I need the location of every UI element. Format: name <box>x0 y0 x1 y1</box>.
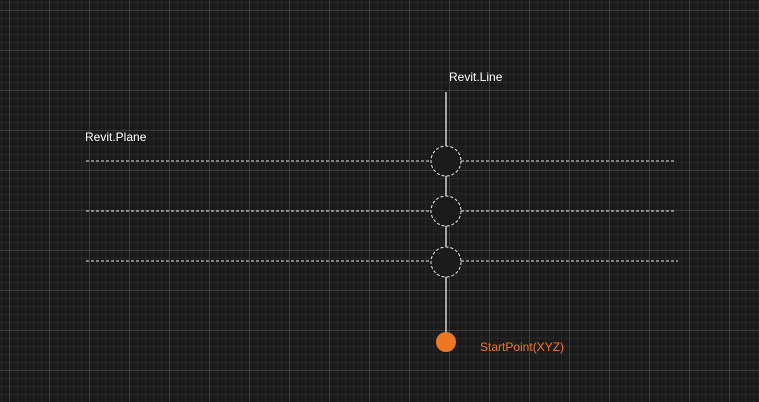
line-label: Revit.Line <box>449 70 503 84</box>
intersection-circle-3 <box>430 246 462 278</box>
start-point-dot <box>436 332 456 352</box>
intersection-circle-2 <box>430 195 462 227</box>
plane-label: Revit.Plane <box>85 130 147 144</box>
diagram-svg <box>86 92 678 352</box>
diagram-canvas: Revit.Line Revit.Plane StartPoint(XYZ) <box>0 0 759 402</box>
start-point-label: StartPoint(XYZ) <box>480 340 565 354</box>
intersection-circle-1 <box>430 145 462 177</box>
